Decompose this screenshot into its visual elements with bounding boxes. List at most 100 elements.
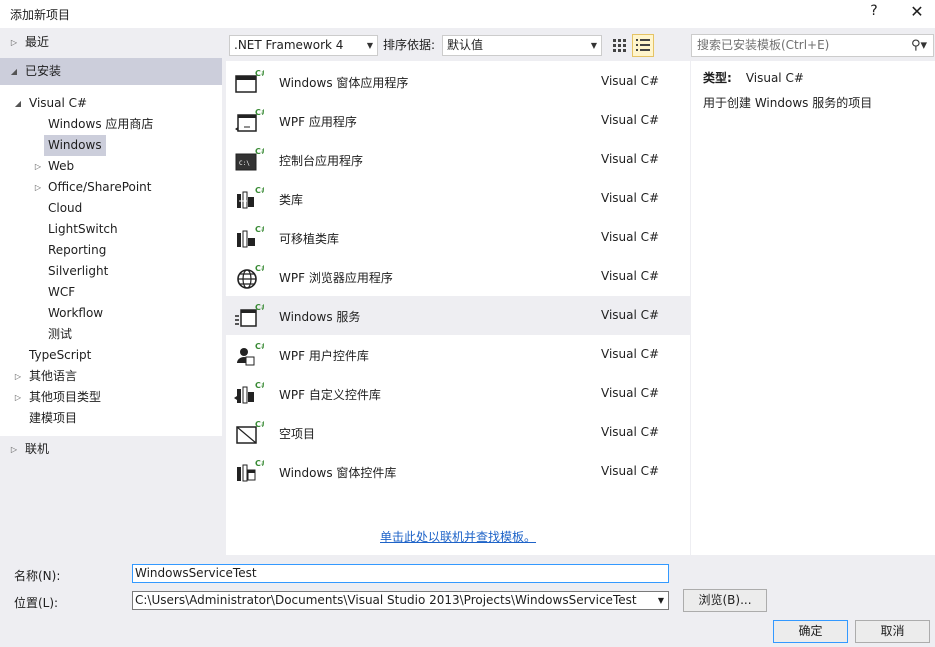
tree-item-label: 已安装 [25,64,62,78]
tree-item-reporting[interactable]: Reporting [0,240,222,261]
title-bar: 添加新项目 ? ✕ [0,0,935,28]
location-label: 位置(L): [14,596,59,610]
location-value: C:\Users\Administrator\Documents\Visual … [135,593,637,607]
tree-item-web[interactable]: ▷ Web [0,156,222,177]
collapse-arrow-icon[interactable]: ◢ [8,61,20,82]
list-view-icon [636,39,650,51]
expand-arrow-icon[interactable]: ▷ [8,32,20,53]
template-language: Visual C# [601,191,660,205]
expand-arrow-icon[interactable]: ▷ [12,366,24,387]
list-view-button[interactable] [632,34,654,57]
svg-text:C#: C# [255,69,264,78]
dialog-title: 添加新项目 [10,8,71,22]
wpf-browser-icon: C# [237,264,264,289]
template-row[interactable]: C# WPF 自定义控件库 Visual C# [226,374,690,413]
tree-item-wcf[interactable]: WCF [0,282,222,303]
tree-item-other-project-types[interactable]: ▷ 其他项目类型 [0,387,222,408]
ok-button[interactable]: 确定 [773,620,848,643]
template-search-input[interactable]: 搜索已安装模板(Ctrl+E) ⚲▾ [691,34,934,57]
template-row[interactable]: C# WPF 应用程序 Visual C# [226,101,690,140]
template-language: Visual C# [601,230,660,244]
expand-arrow-icon[interactable]: ▷ [8,439,20,460]
expand-arrow-icon[interactable]: ▷ [32,156,44,177]
svg-text:C#: C# [255,342,264,351]
template-language: Visual C# [601,425,660,439]
svg-text:C#: C# [255,381,264,390]
template-name: Windows 窗体控件库 [279,466,397,480]
sort-dropdown[interactable]: 默认值 ▼ [442,35,602,56]
tree-item-label: LightSwitch [48,222,118,236]
small-icons-view-button[interactable] [609,35,629,56]
tree-item-label: Visual C# [29,96,88,110]
wpf-custom-control-icon: C# [234,381,264,404]
tree-item-label: Windows 应用商店 [48,117,154,131]
template-language: Visual C# [601,269,660,283]
search-icon[interactable]: ⚲▾ [911,35,927,56]
tree-item-label: Office/SharePoint [48,180,152,194]
tree-item-label: Cloud [48,201,83,215]
tree-item-label: 最近 [25,35,50,49]
framework-dropdown[interactable]: .NET Framework 4 ▼ [229,35,378,56]
template-language: Visual C# [601,464,660,478]
expand-arrow-icon[interactable]: ▷ [12,387,24,408]
tree-item-test[interactable]: 测试 [0,324,222,345]
template-row[interactable]: C# 类库 Visual C# [226,179,690,218]
type-label: 类型: [703,71,732,85]
template-language: Visual C# [601,113,660,127]
winforms-control-icon: C# [237,459,264,482]
chevron-down-icon: ▼ [590,41,597,50]
template-language: Visual C# [601,347,660,361]
tree-item-label: TypeScript [29,348,92,362]
template-row[interactable]: C# WPF 用户控件库 Visual C# [226,335,690,374]
template-language: Visual C# [601,308,660,322]
class-library-icon: C# [237,186,264,209]
type-value: Visual C# [745,71,804,85]
tree-item-lightswitch[interactable]: LightSwitch [0,219,222,240]
template-row[interactable]: C# Windows 窗体应用程序 Visual C# [226,62,690,101]
tree-item-visual-csharp[interactable]: ◢ Visual C# [0,93,222,114]
wpf-app-icon: C# [235,108,264,132]
template-details-pane: 类型: Visual C# 用于创建 Windows 服务的项目 [691,61,935,555]
tree-item-cloud[interactable]: Cloud [0,198,222,219]
chevron-down-icon[interactable]: ▼ [658,592,664,609]
tree-item-typescript[interactable]: TypeScript [0,345,222,366]
template-row[interactable]: C# WPF 浏览器应用程序 Visual C# [226,257,690,296]
tree-item-office-sharepoint[interactable]: ▷ Office/SharePoint [0,177,222,198]
browse-button[interactable]: 浏览(B)... [683,589,767,612]
tree-item-label: 其他语言 [29,369,78,383]
template-name: Windows 服务 [279,310,361,324]
template-row[interactable]: C# 空项目 Visual C# [226,413,690,452]
project-name-input[interactable]: WindowsServiceTest [132,564,669,583]
close-button[interactable]: ✕ [908,2,926,21]
tree-item-label: WCF [48,285,76,299]
help-button[interactable]: ? [866,3,882,19]
tree-item-label: Web [48,159,75,173]
tree-item-windows[interactable]: Windows [0,135,222,156]
template-row[interactable]: C# Windows 服务 Visual C# [226,296,690,335]
template-row[interactable]: C# Windows 窗体控件库 Visual C# [226,452,690,491]
expand-arrow-icon[interactable]: ▷ [32,177,44,198]
tree-item-windows-store[interactable]: Windows 应用商店 [0,114,222,135]
template-row[interactable]: C# 可移植类库 Visual C# [226,218,690,257]
template-row[interactable]: C:\ C# 控制台应用程序 Visual C# [226,140,690,179]
svg-text:C#: C# [255,264,264,273]
collapse-arrow-icon[interactable]: ◢ [12,93,24,114]
template-name: WPF 应用程序 [279,115,357,129]
cancel-button[interactable]: 取消 [855,620,930,643]
template-list: C# Windows 窗体应用程序 Visual C# C# WPF 应用程序 Visua… [226,61,690,555]
template-description: 用于创建 Windows 服务的项目 [703,96,873,110]
empty-project-icon: C# [236,420,264,444]
windows-service-icon: C# [235,303,264,327]
tree-item-installed[interactable]: ◢ 已安装 [0,61,222,82]
tree-item-online[interactable]: ▷ 联机 [0,439,222,460]
tree-item-recent[interactable]: ▷ 最近 [0,32,222,53]
tree-item-other-languages[interactable]: ▷ 其他语言 [0,366,222,387]
tree-item-silverlight[interactable]: Silverlight [0,261,222,282]
name-label: 名称(N): [14,569,61,583]
find-templates-online-link[interactable]: 单击此处以联机并查找模板。 [380,528,536,545]
tree-item-workflow[interactable]: Workflow [0,303,222,324]
tree-item-modeling-projects[interactable]: 建模项目 [0,408,222,429]
svg-text:C#: C# [255,225,264,234]
chevron-down-icon: ▼ [366,41,373,50]
location-combobox[interactable]: C:\Users\Administrator\Documents\Visual … [132,591,669,610]
